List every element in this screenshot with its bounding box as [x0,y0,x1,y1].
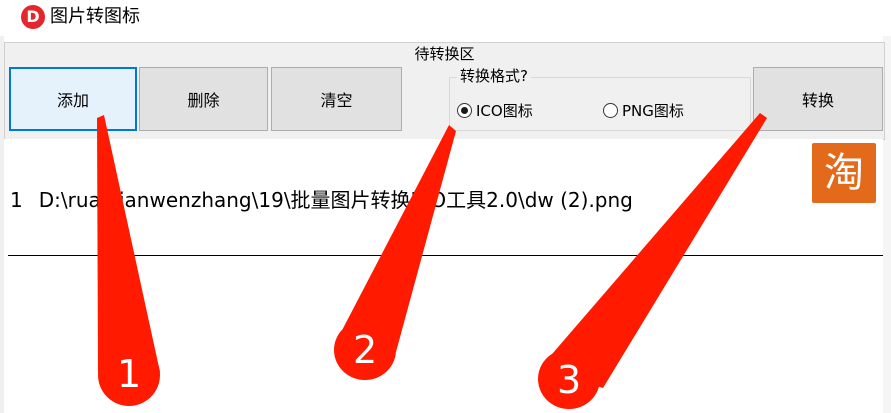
radio-png[interactable]: PNG图标 [603,100,684,121]
annotation-label-2: 2 [353,328,378,372]
radio-ico[interactable]: ICO图标 [457,100,533,121]
radio-unselected-icon [603,103,618,118]
list-item[interactable]: 1 D:\ruanjianwenzhang\19\批量图片转换ICO工具2.0\d… [10,187,633,213]
format-group-legend: 转换格式? [457,67,531,85]
annotation-label-1: 1 [117,352,142,396]
title-bar: D 图片转图标 [0,0,891,36]
app-logo-icon: D [21,5,45,29]
pending-panel: 待转换区 添加 删除 清空 转换格式? ICO图标 PNG图标 转换 [4,42,885,140]
panel-title: 待转换区 [414,45,475,63]
delete-button[interactable]: 删除 [139,67,268,131]
radio-ico-label: ICO图标 [476,102,533,120]
clear-button[interactable]: 清空 [271,67,402,131]
radio-png-label: PNG图标 [622,102,684,120]
window-title: 图片转图标 [50,6,140,27]
list-item-path: D:\ruanjianwenzhang\19\批量图片转换ICO工具2.0\dw… [38,188,633,212]
annotation-label-3: 3 [557,358,582,402]
convert-button[interactable]: 转换 [753,67,883,131]
radio-selected-icon [457,103,472,118]
row-divider [8,255,883,256]
taobao-badge-icon: 淘 [812,143,876,203]
add-button[interactable]: 添加 [9,67,137,131]
list-item-index: 1 [10,188,23,212]
